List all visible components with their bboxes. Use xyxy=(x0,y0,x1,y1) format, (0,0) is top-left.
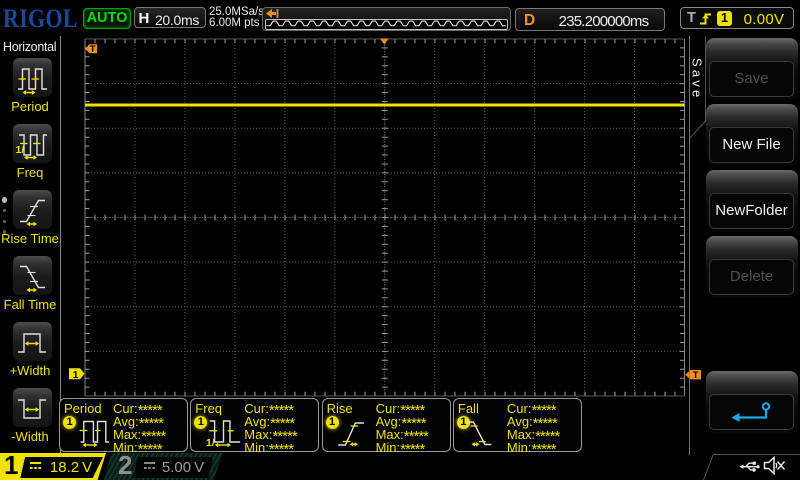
svg-text:T: T xyxy=(693,370,699,381)
svg-text:1: 1 xyxy=(73,369,79,381)
svg-text:1/: 1/ xyxy=(15,144,24,156)
svg-text:1/: 1/ xyxy=(206,437,215,448)
svg-text:T: T xyxy=(90,44,96,55)
